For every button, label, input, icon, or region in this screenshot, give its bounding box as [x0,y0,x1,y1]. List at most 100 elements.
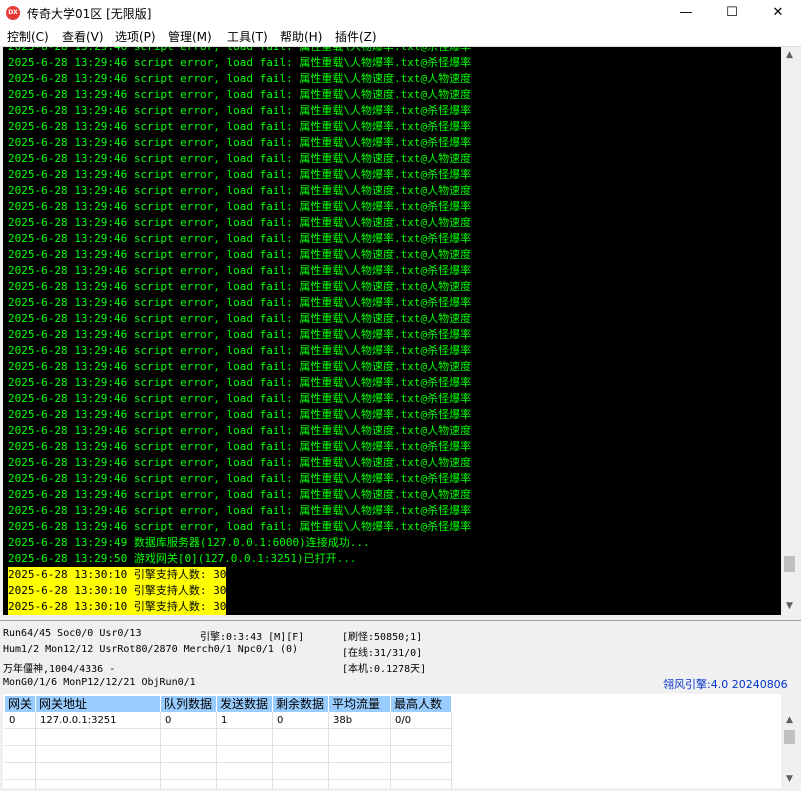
status-uptime: [本机:0.1278天] [342,664,427,675]
log-line: 2025-6-28 13:29:46 script error, load fa… [8,456,472,469]
status-engine-time: 引擎:0:3:43 [M][F] [200,632,305,643]
menu-bar: 控制(C) 查看(V) 选项(P) 管理(M) 工具(T) 帮助(H) 插件(Z… [0,26,801,47]
table-cell: 38b [329,712,391,729]
column-header-remaining[interactable]: 剩余数据 [273,696,329,712]
column-header-max-users[interactable]: 最高人数 [391,696,452,712]
menu-manage[interactable]: 管理(M) [168,28,212,45]
table-scrollbar[interactable]: ▲ ▼ [781,712,798,788]
maximize-button[interactable]: ☐ [709,0,755,26]
log-line: 2025-6-28 13:29:46 script error, load fa… [8,184,472,197]
scroll-thumb[interactable] [784,556,795,572]
column-header-address[interactable]: 网关地址 [36,696,161,712]
scroll-up-icon[interactable]: ▲ [781,47,798,64]
menu-tools[interactable]: 工具(T) [227,28,268,45]
table-cell-empty [5,763,36,780]
log-line: 2025-6-28 13:29:46 script error, load fa… [8,296,472,309]
log-line: 2025-6-28 13:29:46 script error, load fa… [8,72,472,85]
log-line: 2025-6-28 13:30:10 引擎支持人数: 30 [8,599,227,615]
scroll-thumb[interactable] [784,730,795,744]
table-cell: 0 [161,712,217,729]
log-line: 2025-6-28 13:30:10 引擎支持人数: 30 [8,567,227,583]
scroll-down-icon[interactable]: ▼ [781,771,798,788]
table-cell-empty [329,729,391,746]
log-scrollbar[interactable]: ▲ ▼ [781,47,798,615]
log-line: 2025-6-28 13:29:46 script error, load fa… [8,408,472,421]
column-header-gateway[interactable]: 网关 [5,696,36,712]
gateway-table[interactable]: 网关 网关地址 队列数据 发送数据 剩余数据 平均流量 最高人数 0 127.0… [3,694,781,788]
scroll-up-icon[interactable]: ▲ [781,712,798,729]
window-title: 传奇大学01区 [无限版] [27,7,152,21]
scroll-down-icon[interactable]: ▼ [781,598,798,615]
log-line: 2025-6-28 13:29:46 script error, load fa… [8,216,472,229]
table-cell-empty [36,763,161,780]
status-mongen: MonG0/1/6 MonP12/12/21 ObjRun0/1 [3,677,196,688]
log-line: 2025-6-28 13:29:46 script error, load fa… [8,232,472,245]
table-cell-empty [161,746,217,763]
table-cell-empty [217,763,273,780]
table-cell-empty [329,780,391,788]
log-line: 2025-6-28 13:29:46 script error, load fa… [8,504,472,517]
title-bar: DX 传奇大学01区 [无限版] — ☐ ✕ [0,0,801,26]
log-line: 2025-6-28 13:29:46 script error, load fa… [8,248,472,261]
log-line: 2025-6-28 13:29:46 script error, load fa… [8,200,472,213]
table-cell-empty [36,746,161,763]
log-line: 2025-6-28 13:29:46 script error, load fa… [8,104,472,117]
table-cell-empty [273,780,329,788]
column-header-queue[interactable]: 队列数据 [161,696,217,712]
log-line: 2025-6-28 13:29:46 script error, load fa… [8,312,472,325]
menu-options[interactable]: 选项(P) [115,28,156,45]
menu-view[interactable]: 查看(V) [62,28,104,45]
table-cell-empty [36,780,161,788]
log-line: 2025-6-28 13:29:46 script error, load fa… [8,360,472,373]
log-console[interactable]: 2025-6-28 13:29:46 script error, load fa… [3,47,781,615]
engine-version: 翎风引擎:4.0 20240806 [663,678,788,691]
log-line: 2025-6-28 13:29:46 script error, load fa… [8,136,472,149]
log-line: 2025-6-28 13:29:46 script error, load fa… [8,56,472,69]
log-line: 2025-6-28 13:29:46 script error, load fa… [8,472,472,485]
log-line: 2025-6-28 13:29:46 script error, load fa… [8,520,472,533]
table-cell-empty [161,729,217,746]
status-monster-refresh: [刷怪:50850;1] [342,632,423,643]
log-line: 2025-6-28 13:29:46 script error, load fa… [8,152,472,165]
menu-plugins[interactable]: 插件(Z) [335,28,377,45]
log-line: 2025-6-28 13:29:49 数据库服务器(127.0.0.1:6000… [8,536,370,549]
table-cell-empty [217,746,273,763]
log-line: 2025-6-28 13:29:46 script error, load fa… [8,392,472,405]
table-cell-empty [217,729,273,746]
table-cell-empty [36,729,161,746]
log-line: 2025-6-28 13:29:46 script error, load fa… [8,440,472,453]
app-icon: DX [6,6,20,20]
table-cell: 0/0 [391,712,452,729]
menu-control[interactable]: 控制(C) [7,28,49,45]
column-header-avg-traffic[interactable]: 平均流量 [329,696,391,712]
table-cell: 127.0.0.1:3251 [36,712,161,729]
log-line: 2025-6-28 13:29:46 script error, load fa… [8,88,472,101]
table-cell-empty [329,763,391,780]
table-cell-empty [161,763,217,780]
log-line: 2025-6-28 13:29:46 script error, load fa… [8,168,472,181]
column-header-sent[interactable]: 发送数据 [217,696,273,712]
table-cell-empty [391,763,452,780]
log-line: 2025-6-28 13:29:46 script error, load fa… [8,280,472,293]
log-line: 2025-6-28 13:29:46 script error, load fa… [8,328,472,341]
log-line: 2025-6-28 13:29:50 游戏网关[0](127.0.0.1:325… [8,552,357,565]
table-cell-empty [391,780,452,788]
close-button[interactable]: ✕ [755,0,801,26]
log-line: 2025-6-28 13:29:46 script error, load fa… [8,424,472,437]
status-run: Run64/45 Soc0/0 Usr0/13 [3,628,142,639]
table-cell: 0 [273,712,329,729]
log-line: 2025-6-28 13:29:46 script error, load fa… [8,376,472,389]
table-cell-empty [273,729,329,746]
table-cell: 1 [217,712,273,729]
table-cell-empty [391,729,452,746]
table-cell-empty [5,729,36,746]
log-line: 2025-6-28 13:29:46 script error, load fa… [8,264,472,277]
table-cell-empty [5,746,36,763]
minimize-button[interactable]: — [663,0,709,26]
log-line-partial: 2025-6-28 13:29:46 script error, load fa… [8,47,471,55]
log-line: 2025-6-28 13:29:46 script error, load fa… [8,120,472,133]
menu-help[interactable]: 帮助(H) [280,28,322,45]
table-cell-empty [5,780,36,788]
log-line: 2025-6-28 13:29:46 script error, load fa… [8,344,472,357]
table-cell-empty [273,763,329,780]
